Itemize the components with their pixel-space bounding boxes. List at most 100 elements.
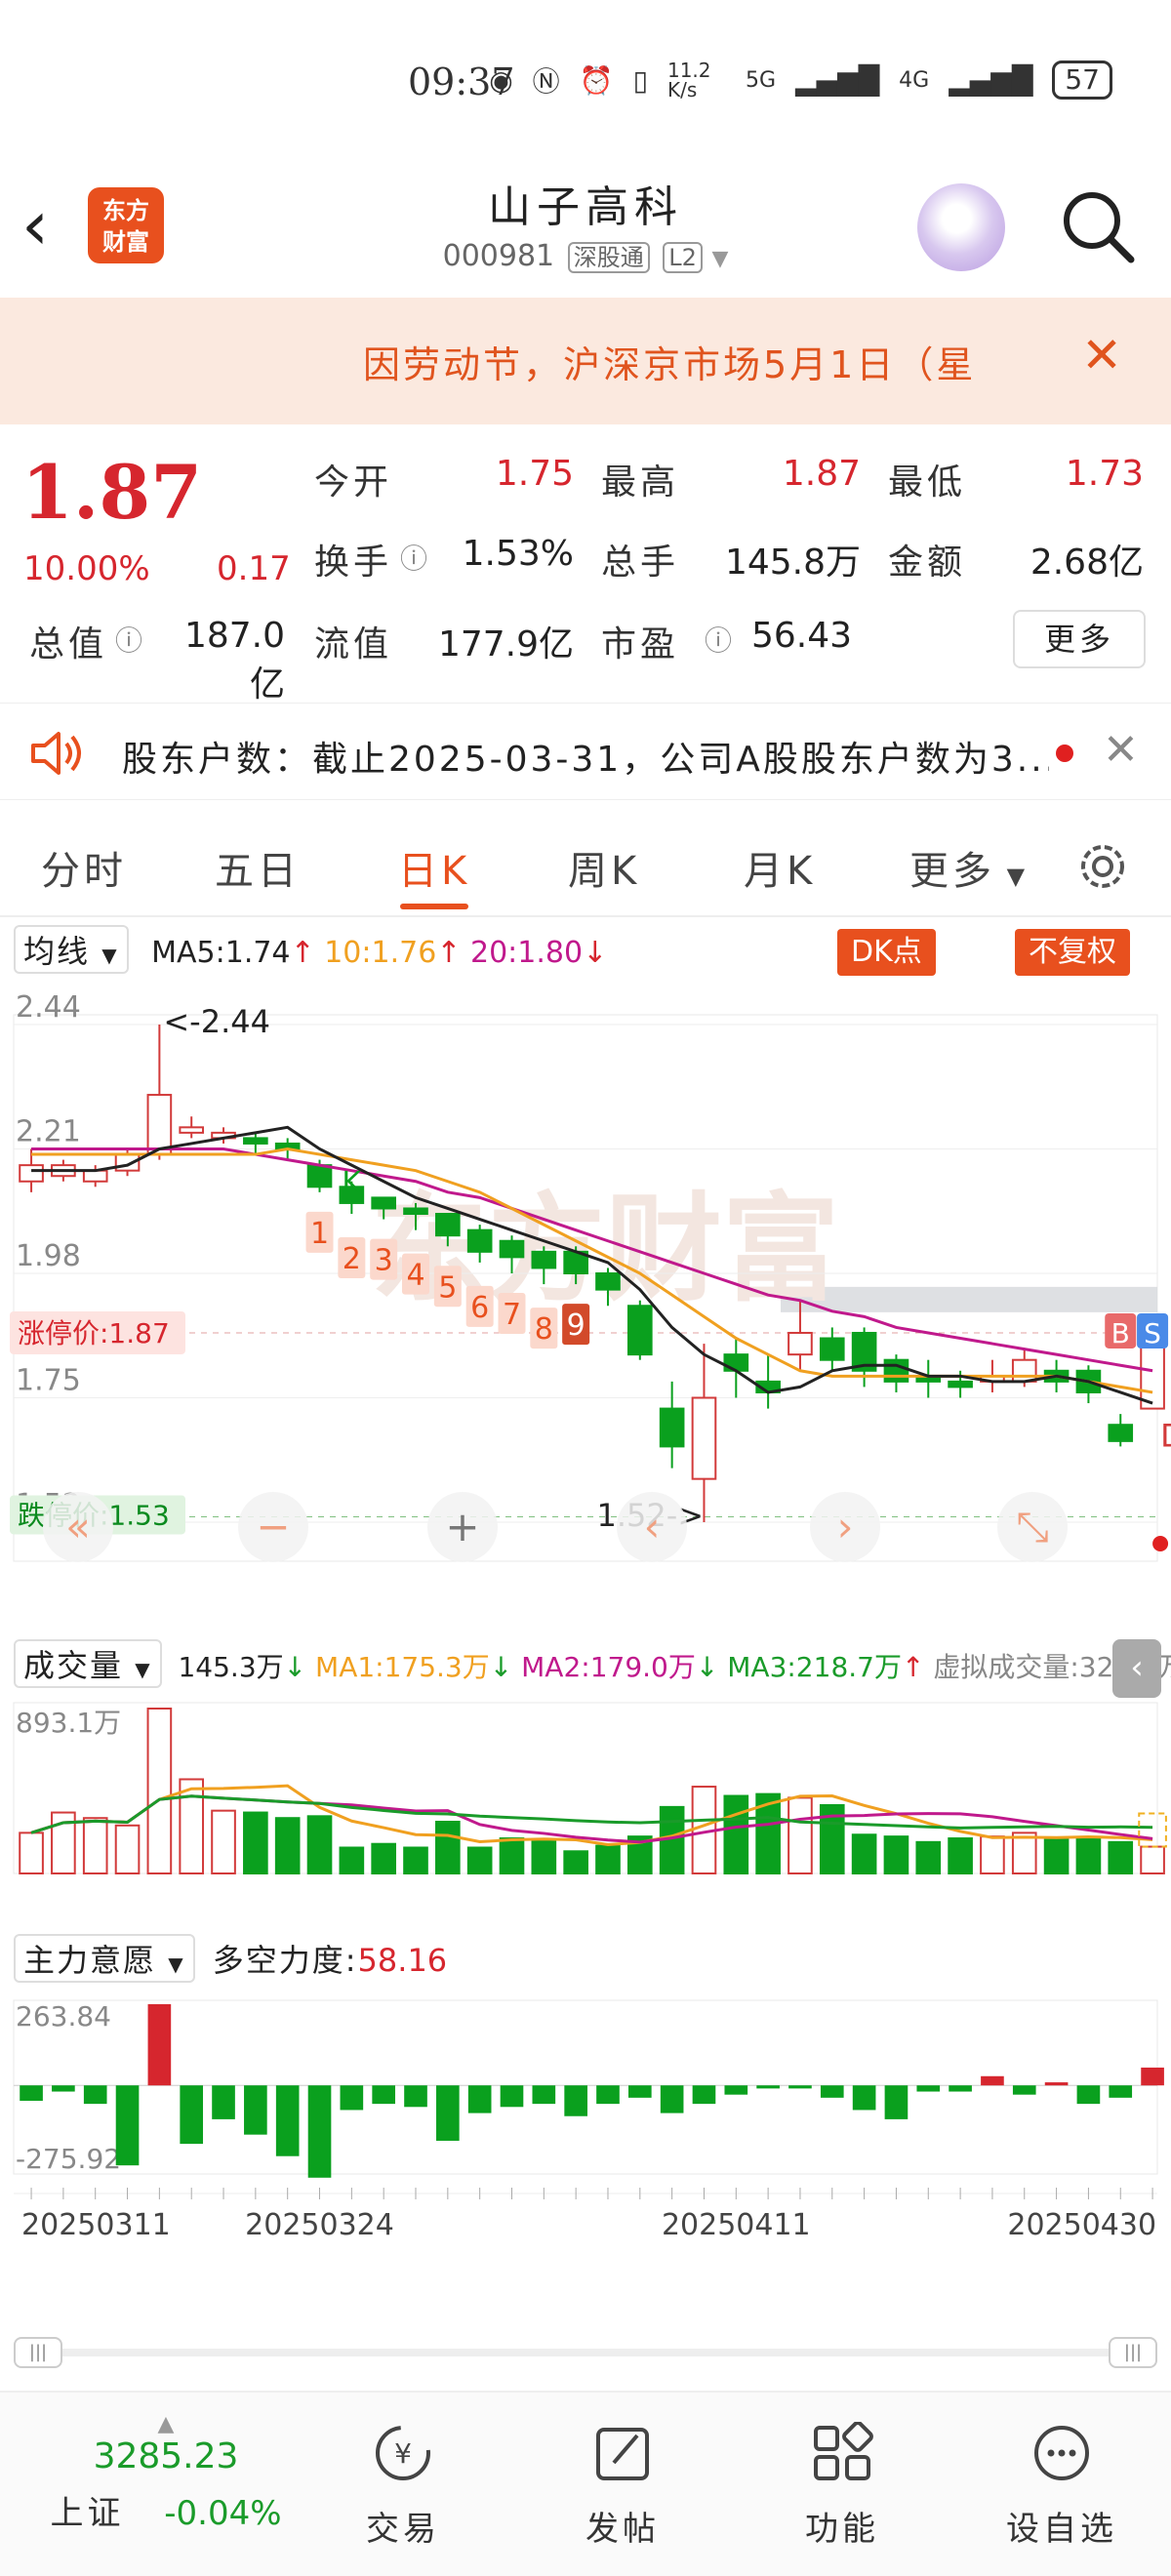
flow-bar xyxy=(660,2085,684,2113)
indicator-select[interactable]: 均线 ▼ xyxy=(14,925,129,974)
unread-dot xyxy=(1056,745,1073,762)
volume-bar xyxy=(1140,1845,1165,1874)
volume-bar xyxy=(563,1850,588,1875)
sequence-label: 5 xyxy=(438,1270,457,1305)
volume-bar xyxy=(339,1846,365,1875)
search-icon[interactable] xyxy=(1059,187,1137,265)
volume-bar xyxy=(787,1796,813,1874)
tab-more[interactable]: 更多 ▼ xyxy=(909,839,1029,896)
flow-bar xyxy=(275,2085,300,2156)
nav-function[interactable]: 功能 xyxy=(764,2421,920,2550)
limit-up-label: 涨停价:1.87 xyxy=(18,1317,170,1349)
info-icon[interactable]: ⓘ xyxy=(705,620,732,659)
flow-min-label: -275.92 xyxy=(16,2143,121,2175)
flow-bar xyxy=(788,2085,812,2089)
holiday-notice[interactable]: 因劳动节，沪深京市场5月1日（星 ✕ xyxy=(0,298,1171,424)
high-value: 1.87 xyxy=(782,454,861,494)
candle-body xyxy=(948,1380,973,1389)
flow-bar xyxy=(307,2085,332,2178)
info-icon[interactable]: ⓘ xyxy=(115,620,142,659)
settings-icon[interactable] xyxy=(1073,837,1132,896)
candle-body xyxy=(787,1331,813,1356)
candle-body xyxy=(466,1228,493,1253)
volume-bar xyxy=(915,1840,942,1875)
trade-icon: ¥ xyxy=(376,2426,430,2480)
flow-select[interactable]: 主力意愿 ▼ xyxy=(14,1934,195,1983)
index-name: 上证 xyxy=(50,2494,125,2533)
info-icon[interactable]: ⓘ xyxy=(400,538,427,577)
signal-icon-2: ▂▄▆█ xyxy=(949,63,1033,97)
close-icon[interactable]: ✕ xyxy=(1103,725,1139,775)
date-label: 20250430 xyxy=(1007,2208,1156,2242)
flow-bar xyxy=(981,2075,1004,2086)
tab-five-day[interactable]: 五日 xyxy=(215,839,301,896)
tab-intraday[interactable]: 分时 xyxy=(41,839,127,896)
mcap-label[interactable]: 总值 xyxy=(29,616,107,666)
ma5-label: MA5:1.74 xyxy=(151,936,291,970)
volume-bar xyxy=(851,1833,877,1875)
nav-post[interactable]: 发帖 xyxy=(545,2422,701,2550)
low-label: 最低 xyxy=(888,463,967,503)
chart-area[interactable]: 均线 ▼ MA5:1.74↑ 10:1.76↑ 20:1.80↓ DK点 不复权… xyxy=(0,917,1171,2368)
nav-watchlist[interactable]: 设自选 xyxy=(984,2422,1140,2550)
rewind-icon[interactable]: « xyxy=(65,1503,91,1550)
collapse-panel-icon[interactable]: ‹ xyxy=(1112,1639,1161,1698)
scroll-handle-left[interactable]: ||| xyxy=(14,2337,62,2368)
period-tabs: 分时 五日 日K 周K 月K 更多 ▼ xyxy=(0,810,1171,917)
mcap-value: 187.0亿 xyxy=(183,616,285,704)
candle-body xyxy=(435,1213,461,1237)
tab-monthly-k[interactable]: 月K xyxy=(744,839,816,896)
range-scrollbar[interactable]: ||| ||| xyxy=(14,2337,1157,2368)
candle-body xyxy=(691,1396,717,1480)
sequence-label: 9 xyxy=(567,1308,586,1343)
adjust-button[interactable]: 不复权 xyxy=(1015,929,1130,976)
grid-icon xyxy=(814,2421,873,2480)
sequence-label: 8 xyxy=(535,1312,553,1347)
signal-dot xyxy=(1152,1536,1169,1551)
volume-bar xyxy=(883,1835,909,1875)
close-icon[interactable]: ✕ xyxy=(1081,327,1122,383)
next-icon[interactable]: › xyxy=(837,1503,854,1550)
sell-label: S xyxy=(1144,1317,1161,1349)
volume-select[interactable]: 成交量 ▼ xyxy=(14,1639,162,1688)
shareholder-ticker[interactable]: 股东户数：截止2025-03-31，公司A股股东户数为3... ✕ xyxy=(0,703,1171,800)
index-change: -0.04% xyxy=(164,2494,282,2533)
turnover-label[interactable]: 换手 xyxy=(314,534,392,584)
tag-hk-connect: 深股通 xyxy=(567,242,650,273)
nav-post-label: 发帖 xyxy=(586,2510,660,2549)
nav-trade[interactable]: ¥ 交易 xyxy=(325,2422,481,2550)
volume-bar xyxy=(531,1838,557,1875)
candle-body xyxy=(499,1239,525,1259)
more-button[interactable]: 更多 xyxy=(1013,610,1146,668)
zoom-in-icon[interactable]: + xyxy=(445,1503,479,1550)
flow-select-label: 主力意愿 xyxy=(23,1942,157,1979)
index-widget[interactable]: ▲ 3285.23 上证 -0.04% xyxy=(39,2412,293,2534)
zoom-out-icon[interactable]: − xyxy=(256,1503,290,1550)
scroll-handle-right[interactable]: ||| xyxy=(1109,2337,1157,2368)
pe-label[interactable]: 市盈 xyxy=(601,616,679,666)
volume-bar xyxy=(723,1794,749,1875)
fullscreen-icon[interactable]: ⤡ xyxy=(1016,1503,1049,1550)
flow-bar xyxy=(756,2085,780,2089)
nav-watchlist-label: 设自选 xyxy=(1006,2510,1117,2549)
volume-label: 总手 xyxy=(601,543,680,583)
assistant-avatar[interactable] xyxy=(917,183,1005,271)
flow-max-label: 263.84 xyxy=(16,2000,111,2033)
change-percent: 10.00% xyxy=(23,549,150,588)
tab-weekly-k[interactable]: 周K xyxy=(568,839,640,896)
flow-bar xyxy=(372,2085,395,2105)
volume-max-label: 893.1万 xyxy=(16,1707,121,1739)
tab-more-label: 更多 xyxy=(909,849,995,894)
flow-bar xyxy=(852,2085,876,2111)
signal-icon: ▂▄▆█ xyxy=(795,63,880,97)
flow-bar xyxy=(692,2085,716,2105)
nfc-icon: Ⓝ xyxy=(532,65,560,98)
flow-bar xyxy=(115,2085,140,2166)
volume-bar xyxy=(179,1778,205,1875)
prev-icon[interactable]: ‹ xyxy=(644,1503,661,1550)
flow-bar xyxy=(147,2004,172,2086)
tab-daily-k[interactable]: 日K xyxy=(398,839,470,896)
dk-point-button[interactable]: DK点 xyxy=(837,929,936,976)
flow-bar xyxy=(244,2085,267,2135)
candle-body xyxy=(531,1250,557,1269)
